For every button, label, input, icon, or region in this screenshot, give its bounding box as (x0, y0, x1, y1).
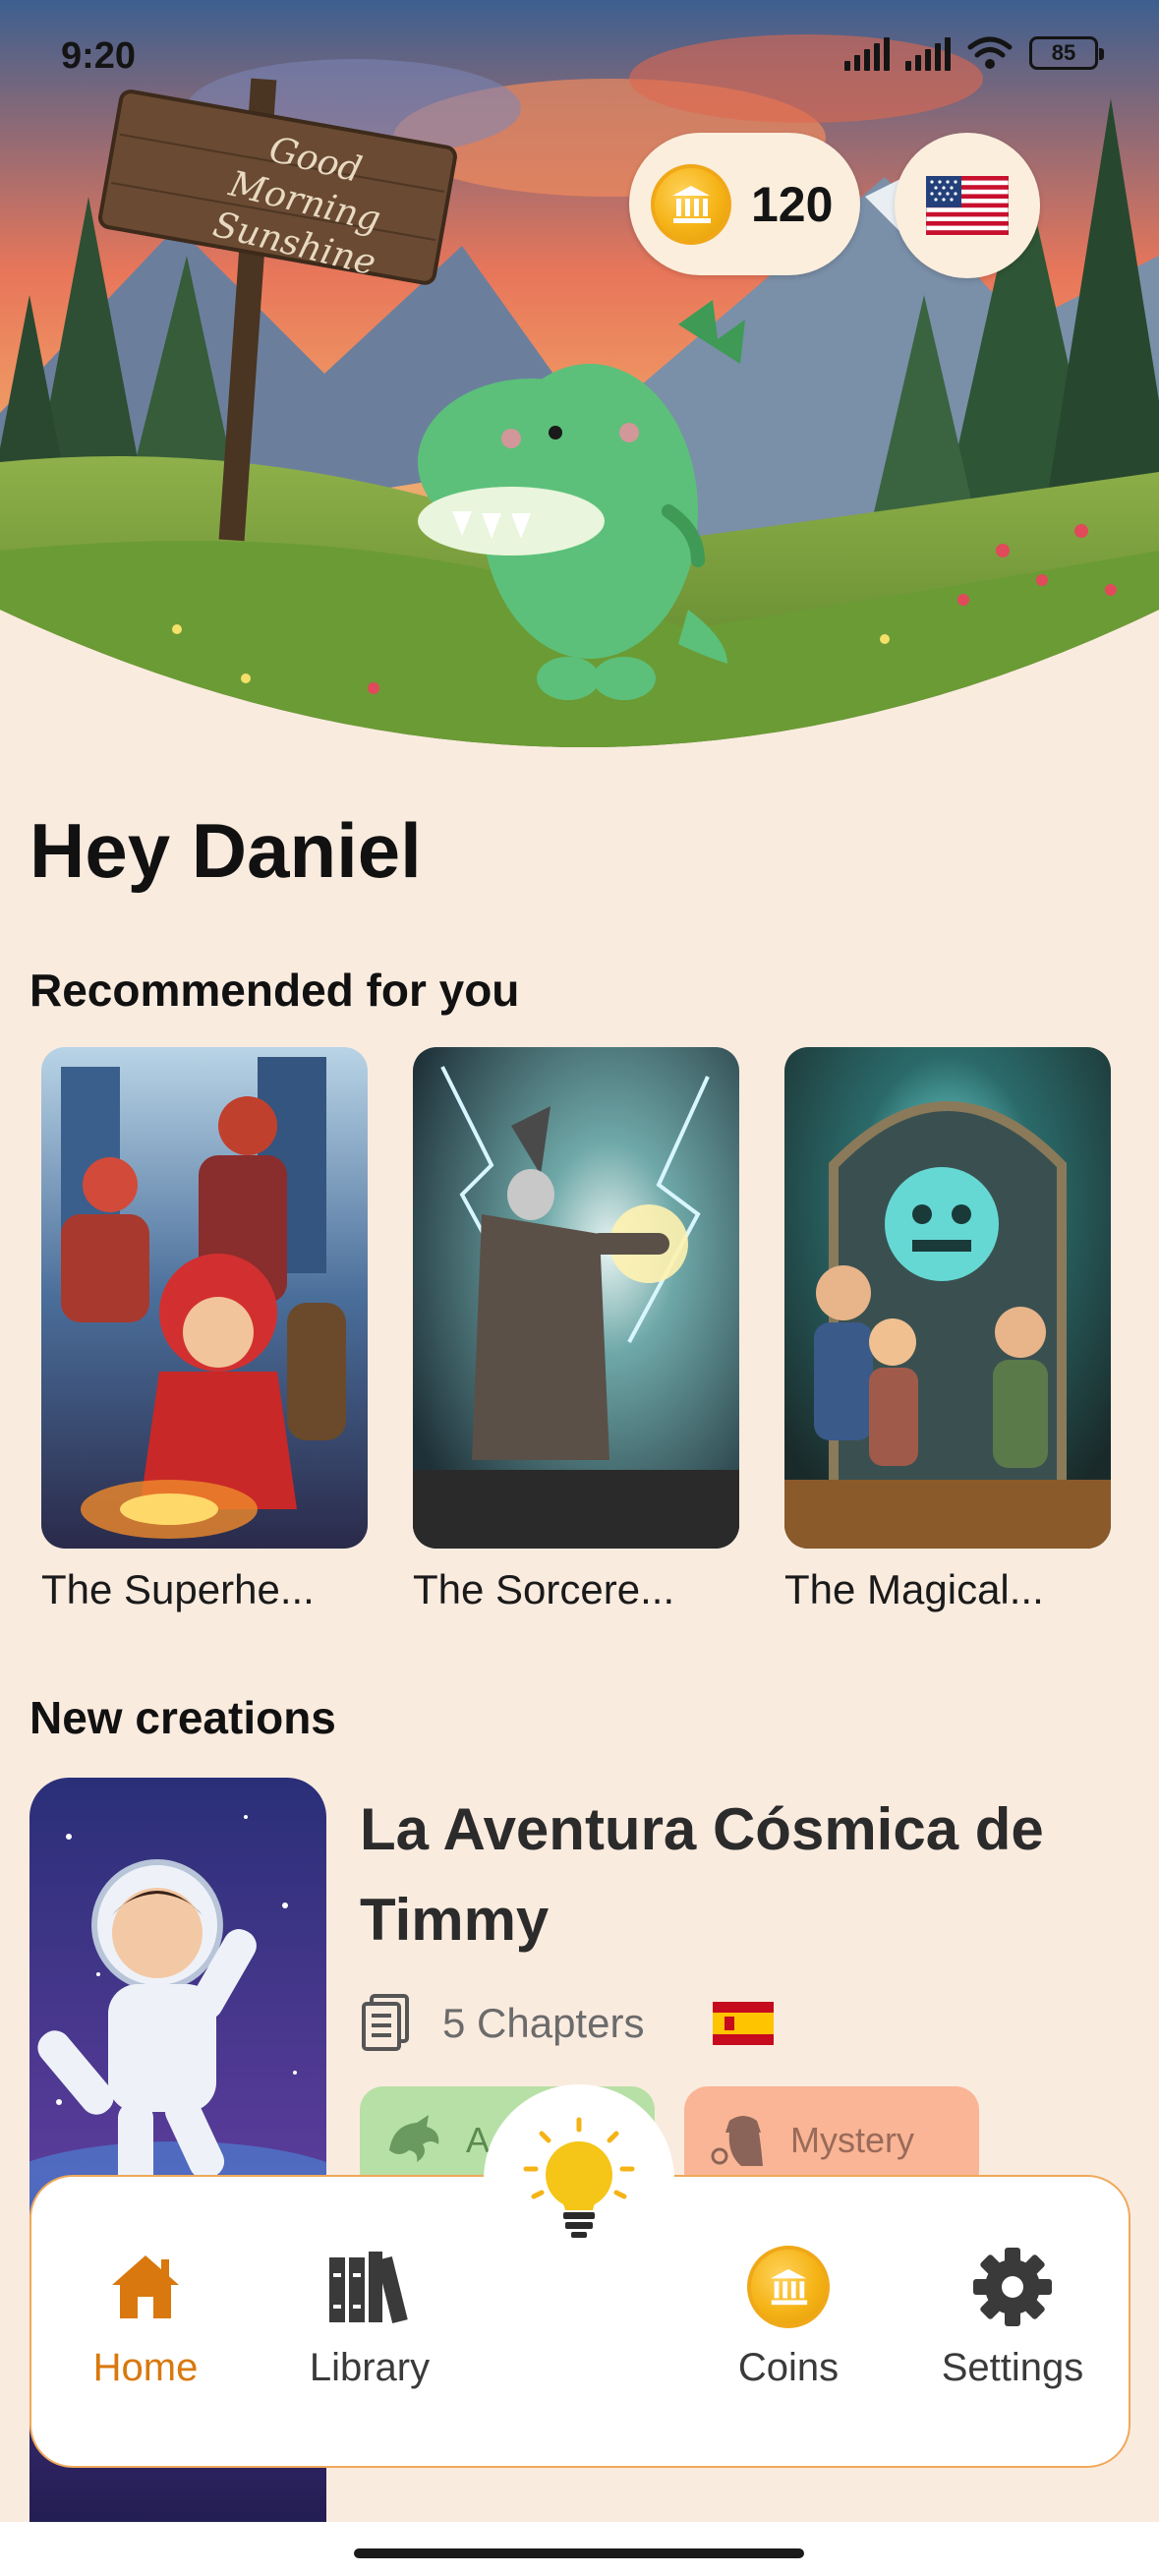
hero-banner: Good Morning Sunshine 9:20 85 120 (0, 0, 1159, 777)
us-flag-icon (926, 176, 1009, 235)
detective-icon (711, 2116, 763, 2166)
nav-settings-label: Settings (941, 2346, 1084, 2389)
coin-icon (747, 2246, 830, 2328)
spain-flag-icon (713, 2002, 775, 2045)
story-cover-sorcerer (413, 1047, 739, 1549)
status-time: 9:20 (61, 35, 137, 77)
chapters-icon (362, 1994, 409, 2051)
story-cover-superhero (41, 1047, 368, 1549)
recommended-card-superhero[interactable]: The Superhe... (41, 1047, 368, 1613)
create-story-button[interactable] (484, 2084, 674, 2275)
signal-icon-2 (905, 35, 951, 71)
story-title[interactable]: La Aventura Cósmica de Timmy (360, 1785, 1068, 1965)
story-cover-magical (784, 1047, 1111, 1549)
nav-home-label: Home (92, 2346, 199, 2389)
coin-count: 120 (751, 176, 834, 232)
recommended-section-title: Recommended for you (29, 965, 520, 1016)
language-selector-button[interactable] (895, 133, 1040, 278)
nav-home[interactable]: Home (47, 2246, 244, 2390)
nav-settings[interactable]: Settings (914, 2246, 1111, 2390)
signal-icon (844, 35, 890, 71)
hero-illustration (0, 0, 1159, 777)
home-icon (112, 2255, 179, 2318)
recommended-title-1: The Superhe... (41, 1566, 315, 1612)
recommended-card-sorcerer[interactable]: The Sorcere... (413, 1047, 739, 1613)
nav-library-label: Library (309, 2346, 431, 2389)
recommended-card-magical[interactable]: The Magical... (784, 1047, 1111, 1613)
story-meta: 5 Chapters (360, 1994, 775, 2053)
dragon-icon (389, 2115, 439, 2162)
wifi-icon (967, 36, 1013, 69)
nav-library[interactable]: Library (271, 2246, 468, 2390)
recommended-title-3: The Magical... (784, 1566, 1044, 1612)
battery-icon: 85 (1029, 36, 1104, 70)
status-icons: 85 (844, 35, 1104, 71)
coin-icon (651, 163, 731, 245)
genre-tag-label-2: Mystery (790, 2120, 914, 2160)
greeting-heading: Hey Daniel (29, 807, 422, 894)
chapters-count: 5 Chapters (442, 2000, 645, 2046)
lightbulb-icon (523, 2117, 635, 2238)
recommended-title-2: The Sorcere... (413, 1566, 675, 1612)
home-indicator[interactable] (354, 2548, 804, 2558)
library-icon (329, 2252, 408, 2323)
gear-icon (973, 2248, 1052, 2326)
nav-coins[interactable]: Coins (690, 2246, 887, 2390)
coin-balance-button[interactable]: 120 (629, 133, 860, 275)
new-creations-section-title: New creations (29, 1692, 336, 1743)
nav-coins-label: Coins (737, 2346, 840, 2389)
status-bar: 9:20 85 (0, 0, 1159, 108)
